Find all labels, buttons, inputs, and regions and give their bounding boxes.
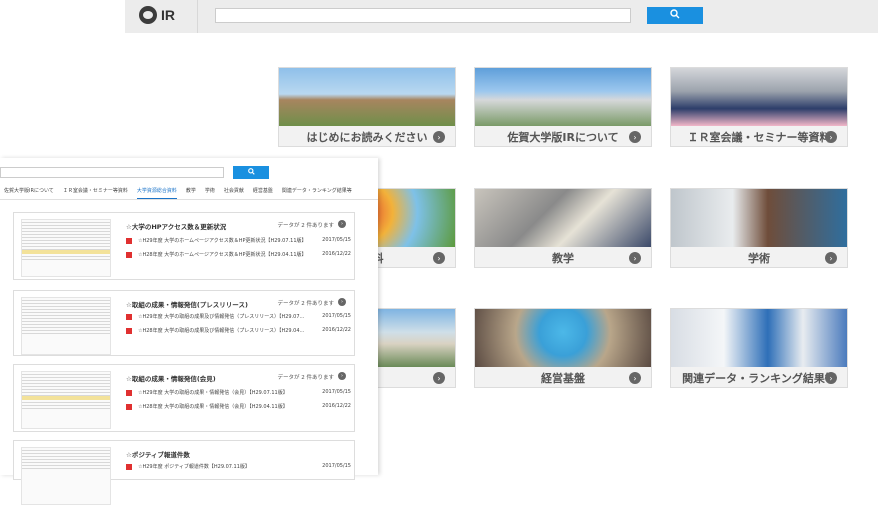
item-date: 2016/12/22 (322, 327, 351, 333)
divider (197, 0, 198, 33)
chevron-right-icon[interactable]: › (338, 220, 346, 228)
item-date: 2016/12/22 (322, 251, 351, 257)
nav-item-social[interactable]: 社会貢献 (224, 186, 244, 199)
chevron-right-icon: › (825, 252, 837, 264)
chevron-right-icon: › (629, 252, 641, 264)
item-title: ☆H29年度 ポジティブ報道件数【H29.07.11版】 (138, 464, 250, 470)
logo-text: IR (161, 7, 175, 23)
item-title: ☆H29年度 大学の取組の成果・情報発信（会見）【H29.07.11版】 (138, 390, 288, 396)
tile-related-data[interactable]: 関連データ・ランキング結果等 › (670, 308, 848, 388)
tile-meeting-materials[interactable]: ＩＲ室会議・セミナー等資料 › (670, 67, 848, 147)
tile-label: 佐賀大学版IRについて (475, 126, 651, 146)
panel-search-input[interactable] (0, 167, 224, 178)
panel-nav: 佐賀大学版IRについて ＩＲ室会議・セミナー等資料 大学資源総合資料 教学 学術… (0, 186, 378, 200)
item-title: ☆H28年度 大学の取組の成果及び情報発信（プレスリリース）【H29.04... (138, 328, 305, 334)
item-title: ☆H28年度 大学のホームページアクセス数＆HP更新状況【H29.04.11版】 (138, 252, 307, 258)
tile-photo (475, 189, 651, 247)
data-card: ☆ポジティブ報道件数 ☆H29年度 ポジティブ報道件数【H29.07.11版】 … (13, 440, 355, 505)
site-logo[interactable]: IR (139, 6, 175, 24)
nav-item-meetings[interactable]: ＩＲ室会議・セミナー等資料 (63, 186, 128, 199)
list-item[interactable]: ☆H29年度 ポジティブ報道件数【H29.07.11版】 2017/05/15 (126, 463, 351, 472)
chevron-right-icon: › (629, 372, 641, 384)
item-date: 2017/05/15 (322, 389, 351, 395)
chevron-right-icon: › (433, 372, 445, 384)
nav-item-education[interactable]: 教学 (186, 186, 196, 199)
card-thumbnail[interactable] (21, 371, 111, 429)
item-title: ☆H29年度 大学の取組の成果及び情報発信（プレスリリース）【H29.07... (138, 314, 305, 320)
search-button[interactable] (647, 7, 703, 24)
card-count: データが 2 件あります (277, 223, 335, 229)
tile-read-first[interactable]: はじめにお読みください › (278, 67, 456, 147)
pdf-icon (126, 390, 132, 396)
tile-label: ＩＲ室会議・セミナー等資料 (671, 126, 847, 146)
list-item[interactable]: ☆H29年度 大学の取組の成果及び情報発信（プレスリリース）【H29.07...… (126, 313, 351, 322)
tile-about-ir[interactable]: 佐賀大学版IRについて › (474, 67, 652, 147)
card-title[interactable]: ☆取組の成果・情報発信(会見) (126, 373, 216, 383)
tile-management[interactable]: 経営基盤 › (474, 308, 652, 388)
data-card: ☆取組の成果・情報発信(プレスリリース) データが 2 件あります › ☆H29… (13, 290, 355, 356)
chevron-right-icon: › (629, 131, 641, 143)
pdf-icon (126, 404, 132, 410)
ir-logo-icon (139, 6, 157, 24)
card-title[interactable]: ☆取組の成果・情報発信(プレスリリース) (126, 299, 248, 309)
pdf-icon (126, 238, 132, 244)
data-card: ☆取組の成果・情報発信(会見) データが 2 件あります › ☆H29年度 大学… (13, 364, 355, 432)
nav-item-research[interactable]: 学術 (205, 186, 215, 199)
resource-panel: 佐賀大学版IRについて ＩＲ室会議・セミナー等資料 大学資源総合資料 教学 学術… (0, 158, 378, 505)
search-input[interactable] (215, 8, 631, 23)
chevron-right-icon: › (825, 131, 837, 143)
list-item[interactable]: ☆H28年度 大学の取組の成果・情報発信（会見）【H29.04.11版】 201… (126, 403, 351, 412)
tile-label: 教学 (475, 247, 651, 267)
nav-item-resources[interactable]: 大学資源総合資料 (136, 186, 177, 199)
pdf-icon (126, 328, 132, 334)
pdf-icon (126, 252, 132, 258)
card-count: データが 2 件あります (277, 301, 335, 307)
list-item[interactable]: ☆H29年度 大学の取組の成果・情報発信（会見）【H29.07.11版】 201… (126, 389, 351, 398)
nav-item-about-ir[interactable]: 佐賀大学版IRについて (4, 186, 54, 199)
tile-photo (671, 68, 847, 126)
data-card: ☆大学のHPアクセス数＆更新状況 データが 2 件あります › ☆H29年度 大… (13, 212, 355, 280)
chevron-right-icon: › (433, 252, 445, 264)
tile-label: 経営基盤 (475, 367, 651, 387)
item-title: ☆H29年度 大学のホームページアクセス数＆HP更新状況【H29.07.11版】 (138, 238, 307, 244)
nav-item-management[interactable]: 経営基盤 (253, 186, 273, 199)
tile-education[interactable]: 教学 › (474, 188, 652, 268)
list-item[interactable]: ☆H28年度 大学のホームページアクセス数＆HP更新状況【H29.04.11版】… (126, 251, 351, 260)
card-thumbnail[interactable] (21, 297, 111, 355)
pdf-icon (126, 314, 132, 320)
chevron-right-icon[interactable]: › (338, 372, 346, 380)
tile-label: はじめにお読みください (279, 126, 455, 146)
card-title[interactable]: ☆ポジティブ報道件数 (126, 449, 190, 459)
tile-research[interactable]: 学術 › (670, 188, 848, 268)
nav-item-related-data[interactable]: 関連データ・ランキング結果等 (282, 186, 352, 199)
chevron-right-icon: › (433, 131, 445, 143)
panel-search-button[interactable] (233, 166, 269, 179)
chevron-right-icon: › (825, 372, 837, 384)
item-date: 2016/12/22 (322, 403, 351, 409)
chevron-right-icon[interactable]: › (338, 298, 346, 306)
tile-label: 関連データ・ランキング結果等 (671, 367, 847, 387)
search-icon (247, 168, 255, 177)
tile-photo (279, 68, 455, 126)
card-count: データが 2 件あります (277, 375, 335, 381)
top-bar: IR (125, 0, 878, 33)
tile-photo (475, 309, 651, 367)
search-icon (670, 9, 680, 22)
card-thumbnail[interactable] (21, 447, 111, 505)
tile-label: 学術 (671, 247, 847, 267)
item-date: 2017/05/15 (322, 313, 351, 319)
list-item[interactable]: ☆H28年度 大学の取組の成果及び情報発信（プレスリリース）【H29.04...… (126, 327, 351, 336)
card-thumbnail[interactable] (21, 219, 111, 277)
tile-photo (671, 309, 847, 367)
item-date: 2017/05/15 (322, 463, 351, 469)
item-date: 2017/05/15 (322, 237, 351, 243)
item-title: ☆H28年度 大学の取組の成果・情報発信（会見）【H29.04.11版】 (138, 404, 288, 410)
card-title[interactable]: ☆大学のHPアクセス数＆更新状況 (126, 221, 226, 231)
tile-photo (475, 68, 651, 126)
list-item[interactable]: ☆H29年度 大学のホームページアクセス数＆HP更新状況【H29.07.11版】… (126, 237, 351, 246)
tile-photo (671, 189, 847, 247)
pdf-icon (126, 464, 132, 470)
